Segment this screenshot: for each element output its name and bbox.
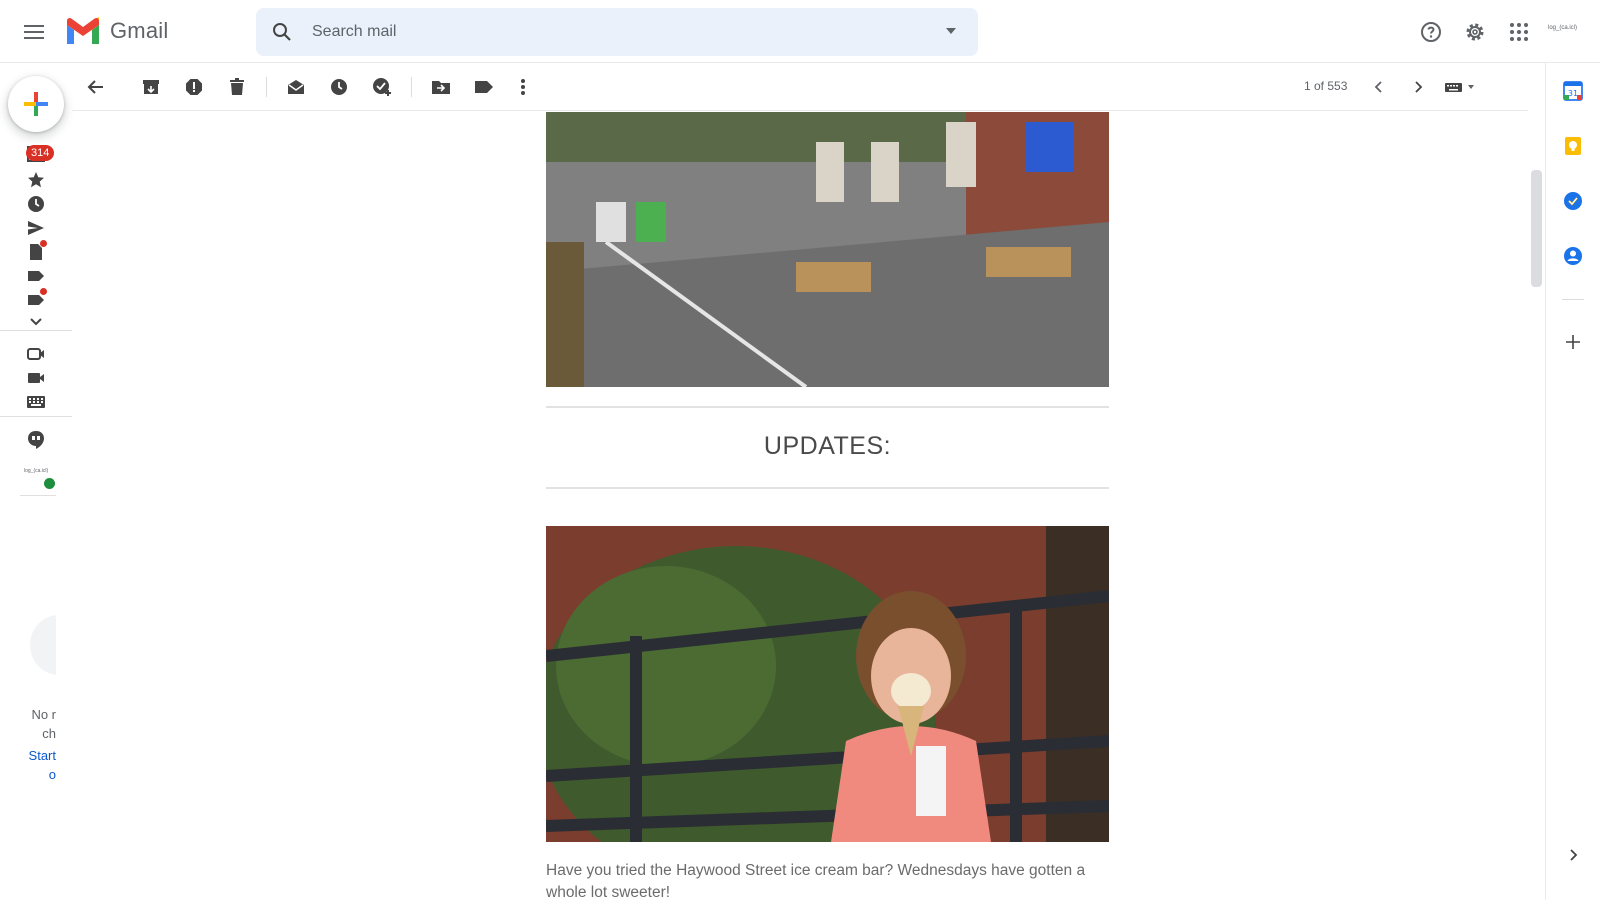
message-paragraph: Have you tried the Haywood Street ice cr…: [546, 862, 1086, 900]
inbox-unread-badge: 314: [26, 145, 55, 161]
add-to-tasks-button[interactable]: [370, 75, 394, 99]
top-bar: Gmail log_(ca.icl): [0, 0, 1600, 63]
report-spam-button[interactable]: [182, 75, 206, 99]
gmail-logo[interactable]: Gmail: [64, 17, 168, 45]
drafts-dot: [40, 240, 47, 247]
calendar-button[interactable]: 31: [1561, 79, 1585, 103]
search-options-icon[interactable]: [944, 24, 958, 43]
search-bar: [256, 8, 978, 56]
contacts-button[interactable]: [1561, 244, 1585, 268]
event-photo-ice-cream: [546, 526, 1109, 842]
gmail-m-icon: [67, 17, 99, 44]
no-chats-line-1: No r: [31, 707, 56, 722]
newer-button[interactable]: [1367, 75, 1391, 99]
label-icon: [475, 81, 493, 93]
scrollbar-thumb[interactable]: [1531, 170, 1542, 287]
input-tools-button[interactable]: [1444, 75, 1478, 99]
delete-button[interactable]: [225, 75, 249, 99]
help-button[interactable]: [1415, 16, 1447, 48]
chat-user-name: log_(ca.icl): [24, 468, 49, 474]
contacts-icon: [1564, 247, 1582, 265]
mark-unread-button[interactable]: [284, 75, 308, 99]
get-addons-button[interactable]: [1561, 330, 1585, 354]
apps-button[interactable]: [1503, 16, 1535, 48]
older-button[interactable]: [1406, 75, 1430, 99]
message-toolbar: 1 of 553: [72, 63, 1528, 111]
message-body: UPDATES: Have you tried the Haywood Stre…: [72, 112, 1528, 900]
chevron-right-icon: [1570, 849, 1578, 861]
meet-new-icon[interactable]: [24, 342, 48, 366]
nav-divider: [0, 330, 72, 331]
keep-button[interactable]: [1561, 134, 1585, 158]
gear-icon: [1466, 23, 1484, 41]
meet-join-icon[interactable]: [24, 366, 48, 390]
toolbar-divider: [266, 77, 267, 97]
tasks-icon: [1564, 192, 1582, 210]
sent-icon[interactable]: [24, 216, 48, 240]
compose-button[interactable]: [8, 76, 64, 132]
clock-icon: [331, 79, 347, 95]
tasks-button[interactable]: [1561, 189, 1585, 213]
side-panel: 31: [1545, 63, 1600, 900]
chevron-left-icon: [1374, 81, 1382, 93]
labels-button[interactable]: [472, 75, 496, 99]
section-divider: [546, 406, 1109, 408]
more-actions-button[interactable]: [511, 75, 535, 99]
archive-button[interactable]: [139, 75, 163, 99]
mark-unread-icon: [288, 80, 304, 94]
menu-icon: [24, 25, 44, 39]
panel-divider: [1562, 299, 1584, 300]
search-input[interactable]: [312, 20, 872, 44]
section-heading: UPDATES:: [763, 432, 892, 460]
keyboard-icon[interactable]: [24, 390, 48, 414]
label-icon[interactable]: [24, 264, 48, 288]
nav-divider: [20, 495, 56, 496]
move-to-button[interactable]: [429, 75, 453, 99]
back-button[interactable]: [84, 75, 108, 99]
help-icon: [1421, 22, 1441, 42]
message-position: 1 of 553: [1304, 79, 1348, 93]
no-chats-line-2: ch: [42, 726, 56, 741]
search-icon[interactable]: [270, 20, 294, 49]
start-chat-link[interactable]: Start o: [0, 746, 56, 784]
plus-icon: [1566, 335, 1580, 349]
start-chat-line-2[interactable]: o: [49, 767, 56, 782]
chevron-right-icon: [1415, 81, 1423, 93]
report-spam-icon: [186, 79, 202, 95]
trash-icon: [230, 78, 244, 95]
more-vert-icon: [521, 79, 525, 95]
section-divider: [546, 487, 1109, 489]
no-chats-text: No r ch: [0, 705, 56, 743]
account-button[interactable]: log_(ca.icl): [1548, 25, 1577, 31]
starred-icon[interactable]: [24, 168, 48, 192]
plus-icon: [24, 92, 48, 116]
toolbar-divider: [411, 77, 412, 97]
hide-side-panel-button[interactable]: [1561, 843, 1585, 867]
hangouts-icon[interactable]: [24, 428, 48, 452]
main-menu-button[interactable]: [20, 17, 50, 47]
move-to-folder-icon: [432, 81, 450, 94]
label-dot: [40, 288, 47, 295]
snooze-button[interactable]: [327, 75, 351, 99]
apps-grid-icon: [1510, 23, 1528, 41]
nav-divider: [0, 416, 72, 417]
online-status-dot: [44, 478, 55, 489]
keyboard-icon: [1445, 83, 1474, 92]
event-photo-cornhole: [546, 112, 1109, 387]
calendar-icon: 31: [1563, 81, 1583, 101]
snoozed-icon[interactable]: [24, 192, 48, 216]
start-chat-line-1[interactable]: Start: [29, 748, 56, 763]
app-name: Gmail: [110, 18, 169, 43]
add-task-icon: [373, 78, 391, 96]
archive-icon: [143, 80, 159, 94]
chat-illustration: [30, 615, 56, 675]
arrow-back-icon: [87, 80, 103, 94]
keep-bulb-icon: [1565, 137, 1581, 155]
svg-text:31: 31: [1568, 89, 1578, 98]
settings-button[interactable]: [1459, 16, 1491, 48]
